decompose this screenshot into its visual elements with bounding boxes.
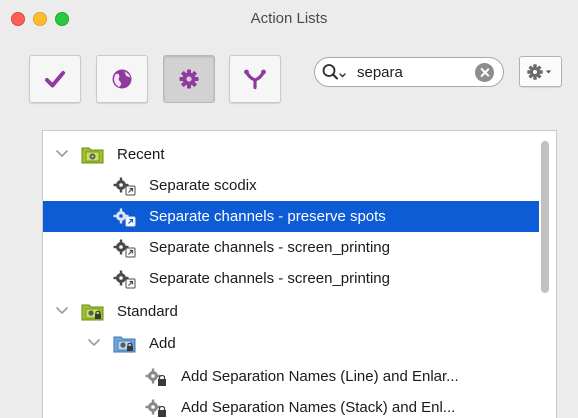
- title-bar: Action Lists: [0, 0, 578, 38]
- tree-row-action[interactable]: Add Separation Names (Stack) and Enl...: [43, 392, 539, 418]
- action-gear-icon: [113, 239, 136, 258]
- chevron-down-icon[interactable]: [87, 337, 101, 349]
- branch-icon: [244, 69, 266, 90]
- action-gear-icon: [113, 270, 136, 289]
- tree-row-action[interactable]: Separate scodix: [43, 170, 539, 201]
- folder-gear-icon: [81, 147, 104, 164]
- globe-icon: [112, 69, 132, 89]
- locked-folder-icon: [113, 336, 136, 353]
- action-list-tree[interactable]: Recent Separate scodix Separate channels…: [42, 130, 557, 418]
- branch-filter-button[interactable]: [229, 55, 281, 103]
- tree-row-label: Add: [149, 335, 176, 352]
- vertical-scrollbar[interactable]: [541, 141, 549, 293]
- tree-row-recent[interactable]: Recent: [43, 139, 539, 170]
- locked-action-icon: [145, 368, 166, 386]
- checkmark-icon: [45, 71, 65, 88]
- action-menu-button[interactable]: [519, 56, 562, 87]
- chevron-down-icon[interactable]: [55, 305, 69, 317]
- tree-row-action[interactable]: Separate channels - screen_printing: [43, 232, 539, 263]
- tree-row-action[interactable]: Separate channels - screen_printing: [43, 263, 539, 294]
- chevron-down-icon: [546, 70, 551, 74]
- tree-row-label: Separate channels - preserve spots: [149, 208, 386, 225]
- gear-menu-icon: [527, 64, 551, 80]
- search-field[interactable]: separa: [314, 57, 504, 87]
- tree-row-label: Add Separation Names (Stack) and Enl...: [181, 399, 456, 416]
- search-icon: [322, 64, 346, 80]
- locked-folder-icon: [81, 304, 104, 321]
- chevron-down-icon[interactable]: [55, 148, 69, 160]
- locked-action-icon: [145, 399, 166, 417]
- action-gear-icon: [113, 177, 136, 196]
- action-gear-icon: [113, 208, 136, 227]
- tree-row-label: Separate scodix: [149, 177, 257, 194]
- tree-row-add[interactable]: Add: [43, 328, 539, 359]
- tree-row-label: Separate channels - screen_printing: [149, 270, 390, 287]
- tree-row-action-selected[interactable]: Separate channels - preserve spots: [43, 201, 539, 232]
- tree-row-standard[interactable]: Standard: [43, 296, 539, 327]
- tree-row-label: Standard: [117, 303, 178, 320]
- checkmark-filter-button[interactable]: [29, 55, 81, 103]
- tree-row-action[interactable]: Add Separation Names (Line) and Enlar...: [43, 361, 539, 392]
- globe-filter-button[interactable]: [96, 55, 148, 103]
- gear-icon: [179, 69, 199, 89]
- search-input[interactable]: separa: [357, 64, 403, 81]
- tree-row-label: Separate channels - screen_printing: [149, 239, 390, 256]
- action-lists-window: Action Lists separa Recent Separate scod…: [0, 0, 578, 418]
- clear-search-icon[interactable]: [475, 63, 494, 82]
- gear-filter-button[interactable]: [163, 55, 215, 103]
- tree-row-label: Add Separation Names (Line) and Enlar...: [181, 368, 459, 385]
- tree-row-label: Recent: [117, 146, 165, 163]
- window-title: Action Lists: [250, 10, 328, 27]
